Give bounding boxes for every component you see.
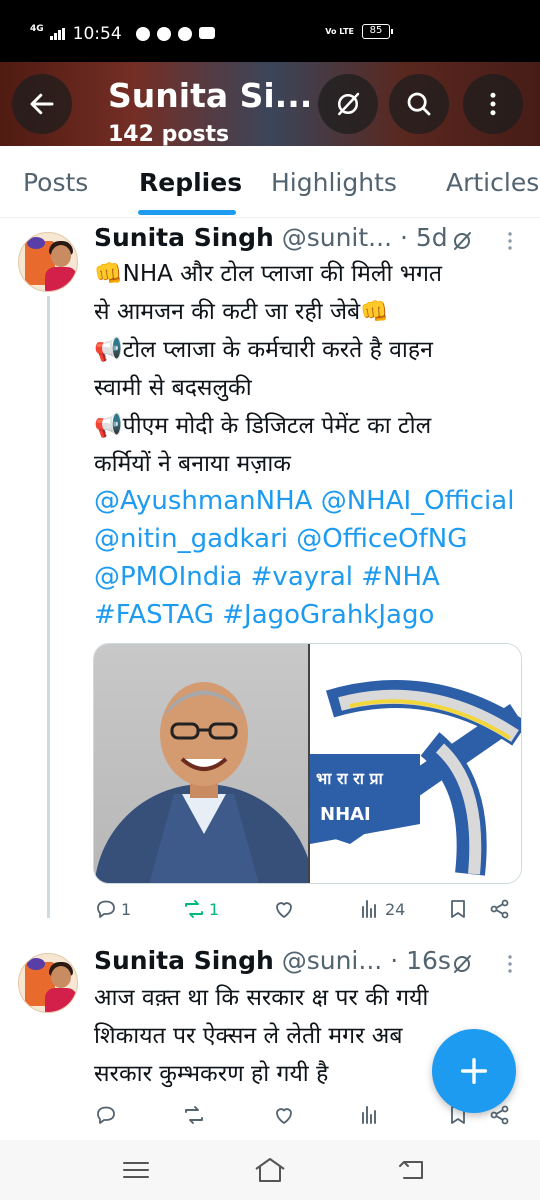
youtube-icon <box>198 27 215 39</box>
reply-icon <box>97 900 115 918</box>
back-arrow-icon <box>30 93 54 115</box>
hashtag-link[interactable]: @PMOIndia #vayral #NHA <box>94 558 534 596</box>
reply-count: 1 <box>121 899 132 919</box>
tweet-text-line: 📢पीएम मोदी के डिजिटल पेमेंट का टोल <box>94 413 432 439</box>
bookmark-button[interactable] <box>446 897 470 921</box>
grok-button[interactable] <box>318 74 378 134</box>
profile-tabs: Posts Replies Highlights Articles <box>0 146 540 218</box>
more-vertical-icon[interactable] <box>498 229 522 253</box>
tweet-actions: 1 1 24 <box>94 897 524 927</box>
more-vertical-icon[interactable] <box>498 952 522 976</box>
tweet-header: Sunita Singh @suni... · 16s <box>94 946 451 976</box>
tweet-text: 👊NHA और टोल प्लाजा की मिली भगत से आमजन क… <box>94 255 524 483</box>
tab-articles[interactable]: Articles <box>446 168 539 197</box>
mention-link[interactable]: @AyushmanNHA @NHAI_Official <box>94 482 534 520</box>
nhai-logo: भा रा रा प्रा NHAI <box>310 644 521 883</box>
search-button[interactable] <box>389 74 449 134</box>
repost-icon <box>185 900 203 918</box>
like-button[interactable] <box>272 1103 296 1127</box>
repost-button[interactable]: 1 <box>182 897 219 921</box>
thread-connector <box>47 296 50 918</box>
compose-button[interactable] <box>432 1029 516 1113</box>
avatar[interactable] <box>18 232 78 292</box>
tab-highlights[interactable]: Highlights <box>271 168 397 197</box>
grok-icon <box>338 92 360 116</box>
tweet-mentions-hashtags: @AyushmanNHA @NHAI_Official @nitin_gadka… <box>94 482 534 634</box>
tweet-text-line: 👊NHA और टोल प्लाजा की मिली भगत <box>94 261 442 287</box>
avatar[interactable] <box>18 953 78 1013</box>
tweet-text-line: आज वक़्त था कि सरकार क्ष पर की गयी <box>94 985 429 1011</box>
tweet-text-line: 📢टोल प्लाजा के कर्मचारी करते है वाहन <box>94 337 433 363</box>
reply-button[interactable]: 1 <box>94 897 131 921</box>
tweet-time[interactable]: · 5d <box>400 223 448 252</box>
reply-icon <box>97 1106 115 1124</box>
back-button[interactable] <box>12 74 72 134</box>
whatsapp-icon <box>135 27 150 41</box>
views-button[interactable]: 24 <box>358 897 405 921</box>
photo-person <box>94 644 314 883</box>
share-icon <box>490 899 509 919</box>
more-options-button[interactable] <box>463 74 523 134</box>
author-handle[interactable]: @suni... <box>282 946 383 975</box>
grok-icon[interactable] <box>450 229 474 253</box>
tweet-header: Sunita Singh @sunit... · 5d <box>94 223 448 253</box>
tweet-text-line: स्वामी से बदसलुकी <box>94 375 252 401</box>
clock: 10:54 <box>72 24 122 44</box>
tweet-media-image[interactable]: भा रा रा प्रा NHAI <box>93 643 522 884</box>
views-button[interactable] <box>358 1103 382 1127</box>
signal-icon <box>49 28 65 40</box>
tab-posts[interactable]: Posts <box>23 168 88 197</box>
views-icon <box>362 900 376 918</box>
tweet-text-line: से आमजन की कटी जा रही जेबे👊 <box>94 299 389 325</box>
hashtag-link[interactable]: #FASTAG #JagoGrahkJago <box>94 596 534 634</box>
views-count: 24 <box>385 899 406 919</box>
repost-icon <box>185 1106 203 1124</box>
network-type: 4G <box>30 24 44 34</box>
battery-icon: 85 <box>362 24 393 39</box>
profile-header: Sunita Si... 142 posts <box>0 62 540 146</box>
recent-apps-icon[interactable] <box>118 1154 154 1186</box>
messenger-icon <box>177 27 192 41</box>
status-bar: 4G 10:54 Vo LTE 85 <box>0 0 540 62</box>
tweet-time[interactable]: · 16s <box>390 946 451 975</box>
reply-button[interactable] <box>94 1103 118 1127</box>
active-tab-indicator <box>138 210 236 215</box>
repost-count: 1 <box>209 899 220 919</box>
logo-english-text: NHAI <box>320 804 371 825</box>
home-icon[interactable] <box>252 1154 288 1186</box>
heart-icon <box>276 902 292 918</box>
views-icon <box>362 1106 376 1124</box>
bookmark-icon <box>451 900 465 918</box>
author-name[interactable]: Sunita Singh <box>94 223 274 252</box>
more-vertical-icon <box>490 92 496 116</box>
author-name[interactable]: Sunita Singh <box>94 946 274 975</box>
heart-icon <box>276 1108 292 1124</box>
system-navigation-bar <box>0 1140 540 1200</box>
volte-indicator: Vo LTE <box>325 26 354 36</box>
tweet-text-line: कर्मियों ने बनाया मज़ाक <box>94 451 291 477</box>
repost-button[interactable] <box>182 1103 206 1127</box>
mention-link[interactable]: @nitin_gadkari @OfficeOfNG <box>94 520 534 558</box>
logo-hindi-text: भा रा रा प्रा <box>316 769 384 788</box>
plus-icon <box>460 1057 488 1085</box>
grok-icon[interactable] <box>450 952 474 976</box>
share-button[interactable] <box>488 897 512 921</box>
posts-count: 142 posts <box>108 122 230 146</box>
tab-replies[interactable]: Replies <box>139 168 242 197</box>
snapchat-icon <box>156 27 171 41</box>
like-button[interactable] <box>272 897 299 921</box>
author-handle[interactable]: @sunit... <box>282 223 392 252</box>
profile-name: Sunita Si... <box>108 76 313 115</box>
search-icon <box>407 92 431 116</box>
back-icon[interactable] <box>394 1154 430 1186</box>
